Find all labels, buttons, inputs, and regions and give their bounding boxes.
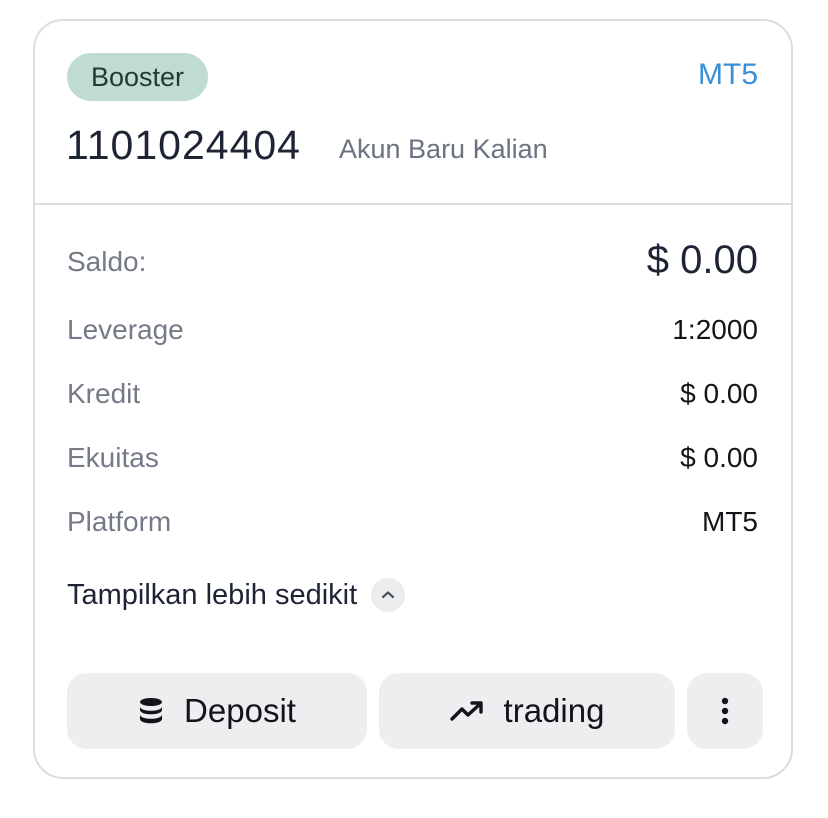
account-type-badge: Booster bbox=[67, 53, 209, 101]
show-less-label: Tampilkan lebih sedikit bbox=[67, 579, 358, 611]
platform-row: Platform MT5 bbox=[67, 502, 758, 542]
more-vertical-icon bbox=[721, 697, 729, 725]
platform-value: MT5 bbox=[702, 506, 758, 537]
trading-label: trading bbox=[503, 692, 605, 729]
leverage-label: Leverage bbox=[67, 314, 184, 345]
show-less-toggle[interactable]: Tampilkan lebih sedikit bbox=[67, 575, 406, 615]
saldo-value: $ 0.00 bbox=[646, 238, 758, 282]
account-card: Booster MT5 1101024404 Akun Baru Kalian … bbox=[33, 19, 793, 779]
saldo-row: Saldo: $ 0.00 bbox=[67, 238, 758, 282]
leverage-value: 1:2000 bbox=[672, 314, 758, 345]
ekuitas-value: $ 0.00 bbox=[680, 442, 758, 473]
platform-label: Platform bbox=[67, 506, 172, 537]
more-options-button[interactable] bbox=[687, 673, 763, 749]
deposit-label: Deposit bbox=[184, 692, 296, 729]
account-card-header: Booster MT5 1101024404 Akun Baru Kalian bbox=[35, 21, 791, 205]
account-number: 1101024404 bbox=[66, 122, 301, 168]
trending-up-icon bbox=[449, 700, 484, 722]
ekuitas-label: Ekuitas bbox=[67, 442, 159, 473]
kredit-value: $ 0.00 bbox=[680, 378, 758, 409]
deposit-button[interactable]: Deposit bbox=[67, 673, 367, 749]
account-name: Akun Baru Kalian bbox=[339, 134, 548, 164]
kredit-label: Kredit bbox=[67, 378, 141, 409]
database-icon bbox=[138, 697, 164, 725]
trading-button[interactable]: trading bbox=[379, 673, 675, 749]
ekuitas-row: Ekuitas $ 0.00 bbox=[67, 438, 758, 478]
saldo-label: Saldo: bbox=[67, 246, 147, 277]
platform-tag: MT5 bbox=[698, 58, 758, 91]
kredit-row: Kredit $ 0.00 bbox=[67, 374, 758, 414]
leverage-row: Leverage 1:2000 bbox=[67, 310, 758, 350]
chevron-up-icon[interactable] bbox=[371, 578, 406, 612]
